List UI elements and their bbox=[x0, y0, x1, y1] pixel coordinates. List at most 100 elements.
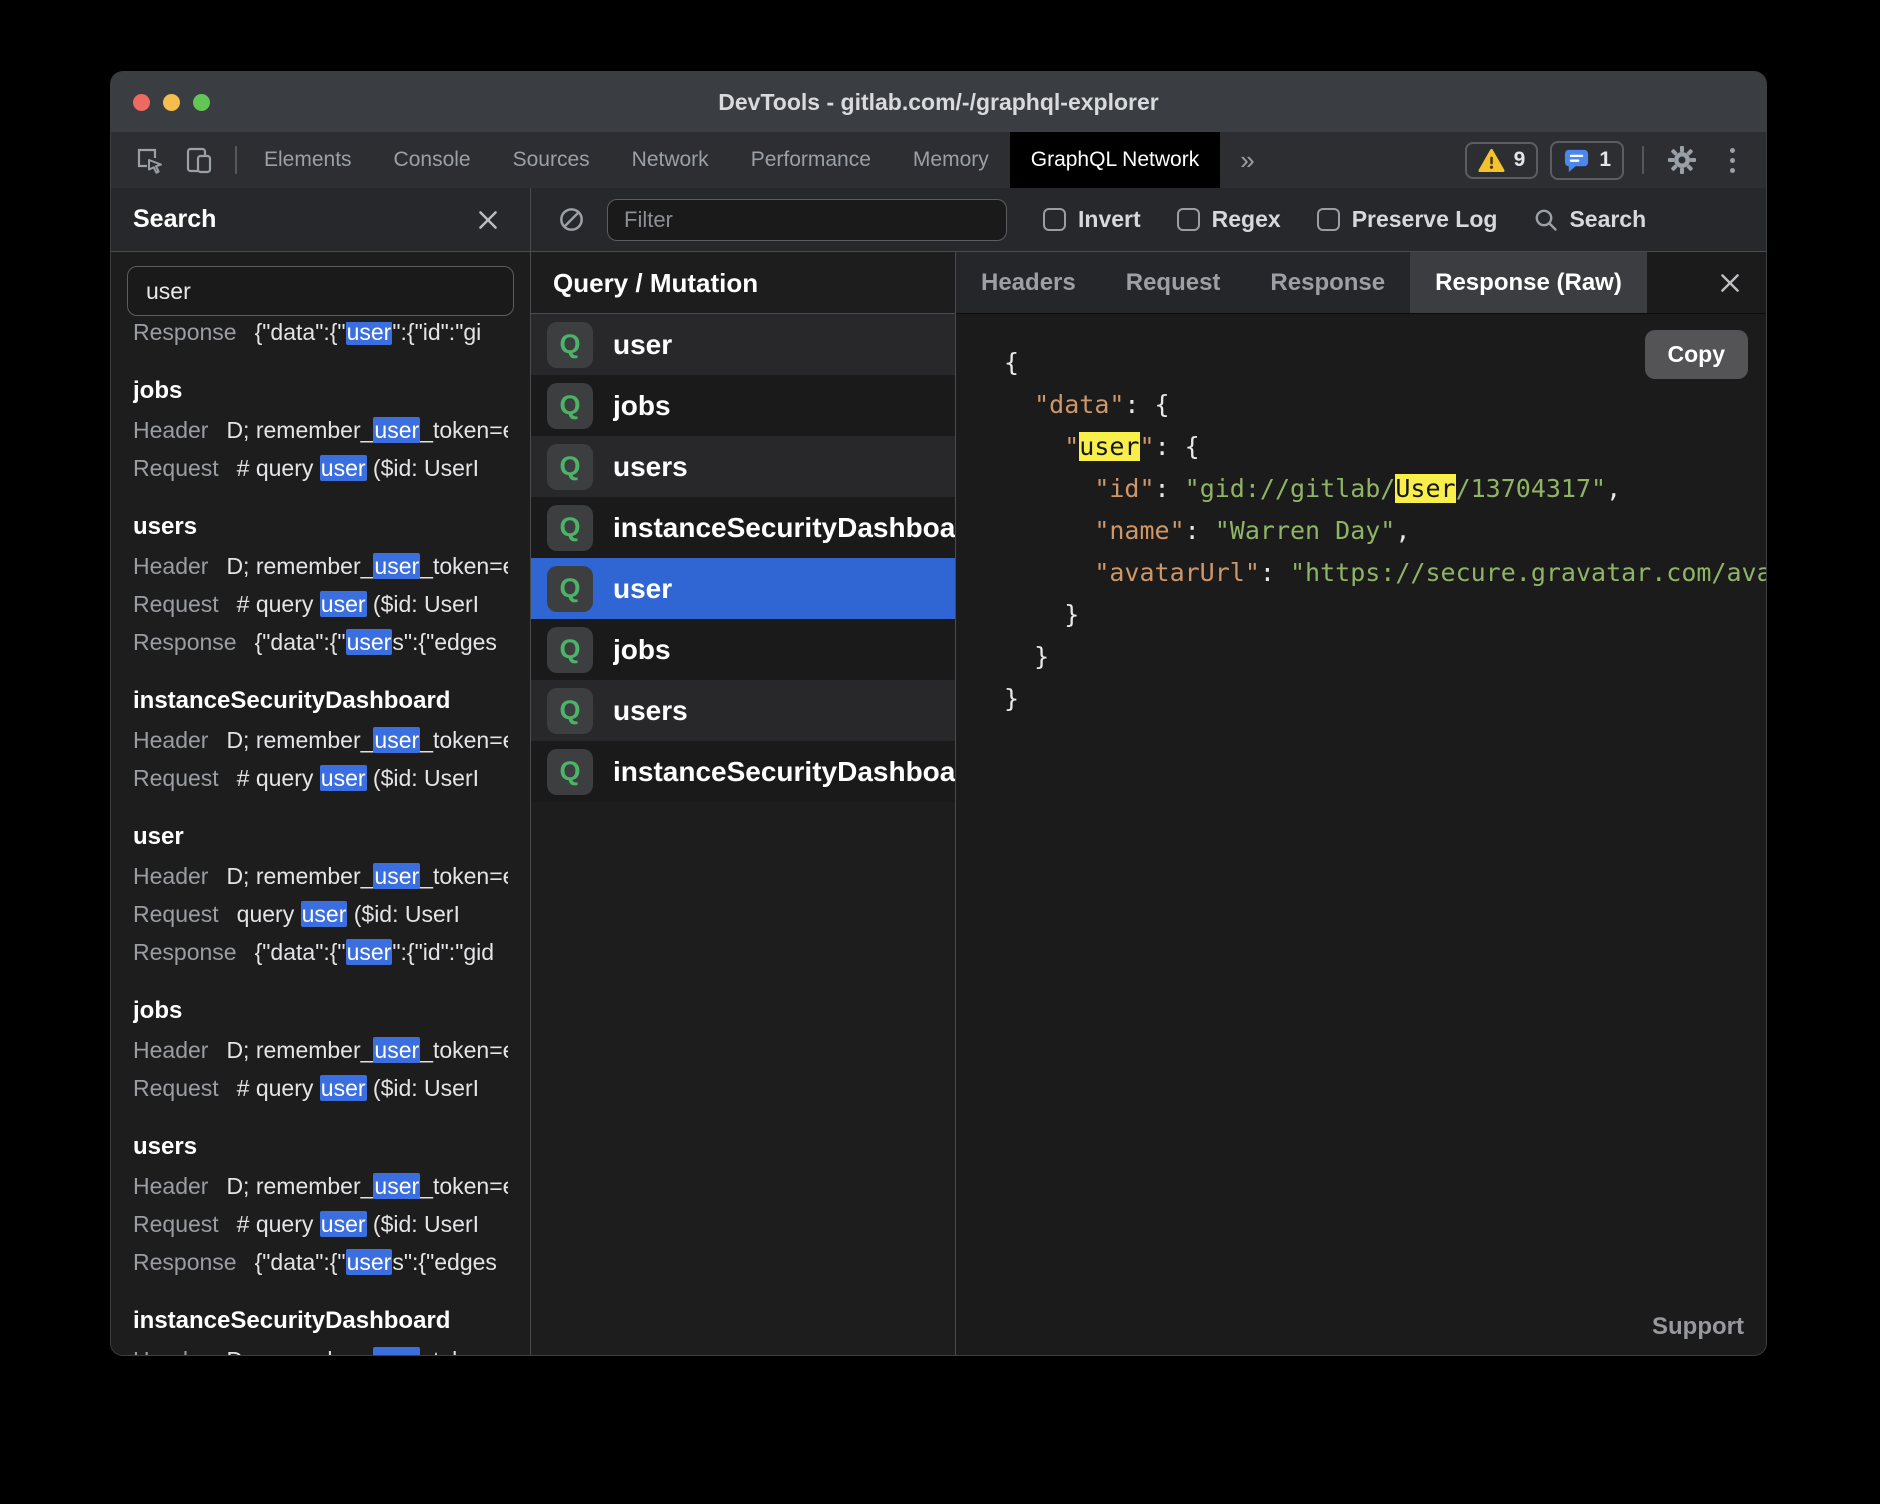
query-row-instancesecuritydashboard[interactable]: QinstanceSecurityDashboard bbox=[531, 497, 955, 558]
query-type-badge: Q bbox=[547, 505, 593, 551]
search-result-label: Response bbox=[133, 629, 237, 655]
response-tab-response[interactable]: Response bbox=[1245, 252, 1410, 313]
search-result-label: Header bbox=[133, 1037, 208, 1063]
copy-button[interactable]: Copy bbox=[1645, 330, 1749, 379]
text-segment: , bbox=[1395, 516, 1410, 545]
tab-network[interactable]: Network bbox=[611, 132, 730, 188]
minimize-window-button[interactable] bbox=[163, 94, 180, 111]
query-row-label: jobs bbox=[613, 634, 671, 666]
tab-sources[interactable]: Sources bbox=[492, 132, 611, 188]
tab-memory[interactable]: Memory bbox=[892, 132, 1010, 188]
search-result-row[interactable]: HeaderD; remember_user_token=e bbox=[133, 1341, 508, 1355]
query-type-badge: Q bbox=[547, 383, 593, 429]
query-row-user[interactable]: Quser bbox=[531, 314, 955, 375]
json-line: "id": "gid://gitlab/User/13704317", bbox=[1004, 468, 1766, 510]
device-toolbar-icon[interactable] bbox=[179, 140, 219, 180]
search-result-row[interactable]: Requestquery user ($id: UserI bbox=[133, 895, 508, 933]
search-result-label: Header bbox=[133, 417, 208, 443]
text-segment: : bbox=[1185, 516, 1215, 545]
search-group-title: user bbox=[133, 817, 508, 857]
query-type-badge: Q bbox=[547, 322, 593, 368]
tab-graphql-network[interactable]: GraphQL Network bbox=[1010, 132, 1220, 188]
support-link[interactable]: Support bbox=[1652, 1313, 1744, 1341]
search-result-row[interactable]: Response{"data":{"users":{"edges bbox=[133, 1243, 508, 1281]
checkbox-icon bbox=[1317, 208, 1340, 231]
inspect-icon[interactable] bbox=[129, 140, 169, 180]
zoom-window-button[interactable] bbox=[193, 94, 210, 111]
query-row-users[interactable]: Qusers bbox=[531, 680, 955, 741]
query-row-label: instanceSecurityDashboard bbox=[613, 756, 955, 788]
network-region: Invert Regex Preserve Log Search Query / M… bbox=[531, 188, 1766, 1355]
close-window-button[interactable] bbox=[133, 94, 150, 111]
search-result-row[interactable]: Request# query user ($id: UserI bbox=[133, 1205, 508, 1243]
warnings-badge[interactable]: 9 bbox=[1465, 142, 1539, 179]
issue-count: 1 bbox=[1599, 148, 1611, 172]
search-input[interactable] bbox=[127, 266, 514, 316]
search-panel: Search Response{"data":{"user":{"id":"gi… bbox=[111, 188, 531, 1355]
more-tabs-chevron-icon[interactable]: » bbox=[1220, 132, 1274, 188]
search-result-row[interactable]: HeaderD; remember_user_token=e bbox=[133, 1031, 508, 1069]
json-line: } bbox=[1004, 636, 1766, 678]
search-result-row[interactable]: HeaderD; remember_user_token=e bbox=[133, 411, 508, 449]
checkbox-label: Regex bbox=[1212, 206, 1281, 233]
search-result-row[interactable]: Request# query user ($id: UserI bbox=[133, 1069, 508, 1107]
search-result-row[interactable]: HeaderD; remember_user_token=e bbox=[133, 547, 508, 585]
search-result-row[interactable]: HeaderD; remember_user_token=e bbox=[133, 721, 508, 759]
search-match-highlight: user bbox=[346, 939, 393, 965]
search-result-row[interactable]: Response{"data":{"user":{"id":"gi bbox=[133, 322, 508, 351]
close-search-icon[interactable] bbox=[468, 200, 508, 240]
block-icon[interactable] bbox=[551, 200, 591, 240]
response-tabs: HeadersRequestResponseResponse (Raw) bbox=[956, 252, 1647, 313]
search-result-label: Request bbox=[133, 591, 219, 617]
checkbox-label: Preserve Log bbox=[1352, 206, 1498, 233]
filter-checkbox-preserve-log[interactable]: Preserve Log bbox=[1317, 206, 1498, 233]
chat-icon bbox=[1563, 147, 1590, 174]
text-segment: } bbox=[1064, 600, 1079, 629]
text-segment: D; remember_ bbox=[226, 1173, 373, 1199]
devtools-window: DevTools - gitlab.com/-/graphql-explorer… bbox=[111, 72, 1766, 1355]
response-tab-headers[interactable]: Headers bbox=[956, 252, 1101, 313]
search-group-title: users bbox=[133, 1127, 508, 1167]
query-row-user[interactable]: Quser bbox=[531, 558, 955, 619]
text-segment: # query bbox=[237, 1211, 320, 1237]
filter-input[interactable] bbox=[607, 199, 1007, 241]
response-tab-response-raw[interactable]: Response (Raw) bbox=[1410, 252, 1647, 313]
tab-elements[interactable]: Elements bbox=[243, 132, 373, 188]
response-tab-request[interactable]: Request bbox=[1101, 252, 1246, 313]
search-match-highlight: user bbox=[373, 1347, 420, 1355]
more-menu-icon[interactable] bbox=[1714, 140, 1750, 180]
search-result-row[interactable]: Response{"data":{"user":{"id":"gid bbox=[133, 933, 508, 971]
query-row-jobs[interactable]: Qjobs bbox=[531, 619, 955, 680]
query-pane-header: Query / Mutation bbox=[531, 252, 955, 314]
query-row-users[interactable]: Qusers bbox=[531, 436, 955, 497]
tab-console[interactable]: Console bbox=[373, 132, 492, 188]
search-match-highlight: User bbox=[1395, 474, 1455, 503]
search-result-row[interactable]: HeaderD; remember_user_token=e bbox=[133, 1167, 508, 1205]
query-type-badge: Q bbox=[547, 444, 593, 490]
text-segment: " bbox=[1064, 432, 1079, 461]
query-type-badge: Q bbox=[547, 749, 593, 795]
text-segment: _token=e bbox=[420, 1173, 508, 1199]
text-segment: "Warren Day" bbox=[1215, 516, 1396, 545]
search-result-row[interactable]: Request# query user ($id: UserI bbox=[133, 585, 508, 623]
text-segment: ($id: UserI bbox=[367, 455, 479, 481]
issues-badge[interactable]: 1 bbox=[1550, 141, 1624, 180]
close-detail-icon[interactable] bbox=[1694, 252, 1766, 313]
search-result-row[interactable]: HeaderD; remember_user_token=e bbox=[133, 857, 508, 895]
query-row-jobs[interactable]: Qjobs bbox=[531, 375, 955, 436]
search-match-highlight: user bbox=[373, 553, 420, 579]
response-json: { "data": { "user": { "id": "gid://gitla… bbox=[956, 314, 1766, 720]
tab-performance[interactable]: Performance bbox=[730, 132, 892, 188]
search-result-row[interactable]: Request# query user ($id: UserI bbox=[133, 759, 508, 797]
filter-checkbox-invert[interactable]: Invert bbox=[1043, 206, 1141, 233]
filter-search-toggle[interactable]: Search bbox=[1533, 206, 1646, 233]
text-segment: : bbox=[1124, 390, 1154, 419]
search-result-row[interactable]: Request# query user ($id: UserI bbox=[133, 449, 508, 487]
gear-icon[interactable] bbox=[1662, 140, 1702, 180]
query-row-instancesecuritydashboard[interactable]: QinstanceSecurityDashboard bbox=[531, 741, 955, 802]
text-segment: } bbox=[1004, 684, 1019, 713]
query-type-badge: Q bbox=[547, 688, 593, 734]
search-result-row[interactable]: Response{"data":{"users":{"edges bbox=[133, 623, 508, 661]
search-match-highlight: user bbox=[373, 863, 420, 889]
filter-checkbox-regex[interactable]: Regex bbox=[1177, 206, 1281, 233]
